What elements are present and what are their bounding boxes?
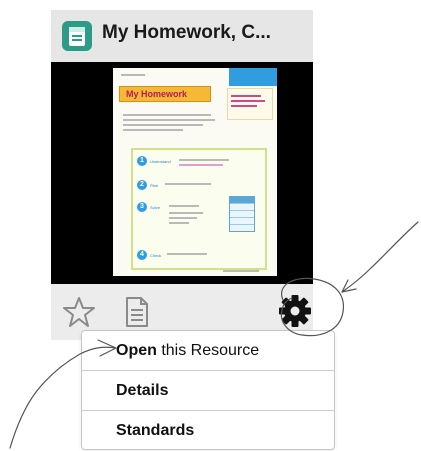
step-number: 3: [137, 202, 147, 212]
step-label: Plan: [150, 183, 159, 188]
menu-item-details-label: Details: [116, 382, 169, 399]
gear-icon[interactable]: [278, 294, 312, 333]
step-label: Check: [150, 253, 162, 258]
step-label: Understand: [150, 159, 171, 164]
problem-solving-box: 1 Understand 2 Plan 3 Solve 4 Check: [131, 148, 267, 270]
step-label: Solve: [150, 205, 161, 210]
menu-item-open[interactable]: Open this Resource: [82, 331, 334, 370]
annotation-arrowhead-gear: [341, 279, 357, 293]
homework-page-preview: My Homework 1 Understand 2 Plan 3 Solve: [113, 68, 277, 276]
card-header: My Homework, C...: [51, 10, 313, 62]
step-number: 2: [137, 180, 147, 190]
context-menu: Open this Resource Details Standards: [81, 330, 335, 450]
page-icon[interactable]: [124, 296, 150, 333]
menu-item-open-bold: Open: [116, 342, 157, 359]
menu-item-open-rest: this Resource: [156, 342, 260, 359]
menu-item-details[interactable]: Details: [82, 371, 334, 410]
star-icon[interactable]: [63, 296, 95, 333]
resource-card[interactable]: My Homework, C... My Homework 1 Understa…: [51, 10, 313, 340]
card-title[interactable]: My Homework, C...: [102, 22, 307, 44]
resource-thumbnail[interactable]: My Homework 1 Understand 2 Plan 3 Solve: [51, 62, 313, 284]
homework-ribbon: My Homework: [119, 86, 211, 102]
step-number: 4: [137, 250, 147, 260]
document-icon: [62, 21, 92, 51]
annotation-arrow-gear: [341, 221, 419, 293]
menu-item-standards[interactable]: Standards: [82, 411, 334, 450]
menu-item-standards-label: Standards: [116, 422, 195, 439]
step-number: 1: [137, 156, 147, 166]
lesson-box: [227, 88, 273, 120]
page-heading: My Homework: [126, 89, 188, 99]
data-table: [229, 196, 255, 232]
lesson-tab: [229, 68, 277, 86]
